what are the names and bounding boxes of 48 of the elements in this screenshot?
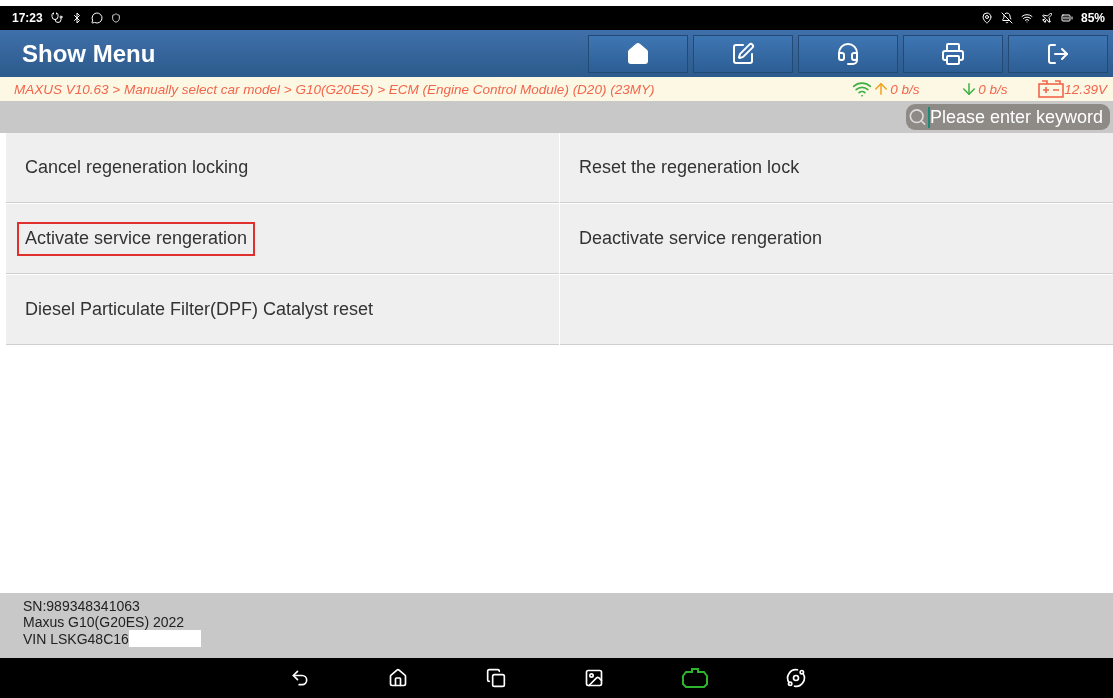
vehicle-info-line: VIN LSKG48C16 (23, 630, 129, 647)
wifi-icon (1020, 12, 1033, 24)
home-icon[interactable] (388, 668, 408, 688)
menu-item[interactable]: Reset the regeneration lock (573, 150, 806, 185)
location-icon (980, 12, 993, 24)
gallery-icon[interactable] (584, 668, 604, 688)
clock: 17:23 (12, 11, 43, 25)
menu-item[interactable]: Deactivate service rengeration (573, 221, 829, 256)
breadcrumb-path: MAXUS V10.63 > Manually select car model > G10(G20ES) > ECM (Engine Control Module) (D20) (23MY) (14, 81, 655, 97)
menu-cell[interactable]: Cancel regeneration locking (6, 133, 559, 203)
battery-icon (1060, 12, 1073, 24)
home-button[interactable] (588, 34, 688, 73)
support-button[interactable] (798, 34, 898, 73)
wifi-signal-icon (852, 79, 873, 99)
recent-apps-icon[interactable] (486, 668, 506, 688)
headset-icon (836, 41, 860, 66)
menu-cell[interactable]: Activate service rengeration (6, 204, 559, 274)
chat-icon (90, 12, 103, 24)
menu-item[interactable]: Cancel regeneration locking (19, 150, 255, 185)
shield-icon (110, 13, 121, 23)
printer-icon (941, 41, 965, 66)
exit-button[interactable] (1008, 34, 1108, 73)
menu-cell[interactable]: Diesel Particulate Filter(DPF) Catalyst reset (6, 275, 559, 345)
home-icon (626, 41, 650, 66)
search-icon (908, 107, 927, 127)
menu-item[interactable]: Diesel Particulate Filter(DPF) Catalyst reset (19, 292, 380, 327)
airplane-icon (1040, 12, 1053, 24)
page-title: Show Menu (22, 39, 157, 68)
bell-off-icon (1000, 12, 1013, 24)
print-button[interactable] (903, 34, 1003, 73)
voltage-reading: 12.39V (1064, 81, 1107, 97)
edit-button[interactable] (693, 34, 793, 73)
vehicle-info-line: SN:989348341063 (23, 598, 140, 614)
vehicle-info-line: Maxus G10(G20ES) 2022 (23, 614, 185, 630)
browser-icon[interactable] (786, 668, 806, 688)
edit-icon (731, 41, 755, 66)
battery-percent: 85% (1080, 11, 1105, 25)
vci-connector-icon[interactable] (682, 668, 708, 688)
exit-icon (1046, 41, 1070, 66)
search-field[interactable]: Please enter keyword (906, 104, 1110, 130)
menu-cell[interactable]: Deactivate service rengeration (560, 204, 1113, 274)
stethoscope-icon (50, 12, 63, 24)
car-battery-icon (1038, 80, 1065, 98)
back-icon[interactable] (290, 668, 310, 688)
menu-item[interactable]: Activate service rengeration (17, 221, 256, 256)
upload-rate: 0 b/s (890, 81, 921, 97)
download-rate: 0 b/s (978, 81, 1009, 97)
menu-cell[interactable]: Reset the regeneration lock (560, 133, 1113, 203)
